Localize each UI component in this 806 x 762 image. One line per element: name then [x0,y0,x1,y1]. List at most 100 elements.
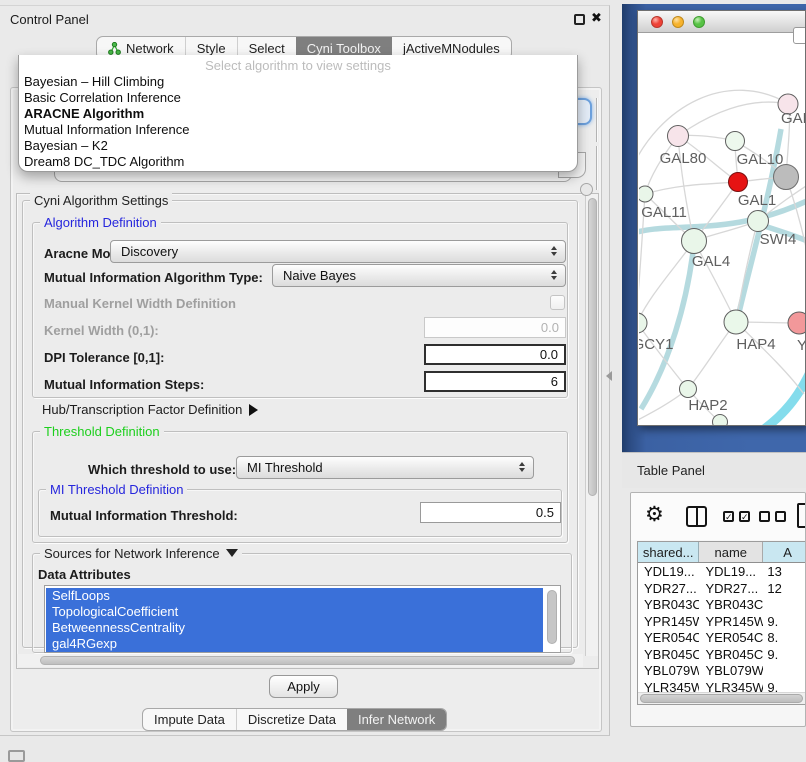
scrollbar-thumb[interactable] [640,694,803,703]
table-row[interactable]: YBR045CYBR045C9. [638,647,806,664]
table-cell[interactable]: 9. [763,680,806,693]
network-node-y[interactable] [788,312,806,334]
column-header[interactable]: name [699,542,763,562]
list-scrollbar-thumb[interactable] [547,590,557,644]
close-traffic-light-icon[interactable] [651,16,663,28]
table-cell[interactable]: YER054C [699,630,763,647]
table-row[interactable]: YDR27...YDR27...12 [638,581,806,598]
dpi-tolerance-field[interactable]: 0.0 [424,344,566,365]
dropdown-option[interactable]: Dream8 DC_TDC Algorithm [19,154,577,170]
table-cell[interactable] [763,663,806,680]
manual-kernel-checkbox[interactable] [550,295,565,310]
table-cell[interactable]: 8. [763,630,806,647]
help-button-fragment[interactable] [580,183,593,196]
table-cell[interactable]: YBR043C [699,597,763,614]
dropdown-option[interactable]: Basic Correlation Inference [19,90,577,106]
table-row[interactable]: YLR345WYLR345W9. [638,680,806,693]
minimize-traffic-light-icon[interactable] [672,16,684,28]
table-cell[interactable]: 9. [763,647,806,664]
network-node[interactable] [774,165,799,190]
network-node[interactable] [713,415,728,427]
zoom-traffic-light-icon[interactable] [693,16,705,28]
sources-group-title[interactable]: Sources for Network Inference [40,546,242,561]
table-cell[interactable]: 9. [763,614,806,631]
column-header[interactable]: A [763,542,806,562]
splitter-collapse-arrow[interactable] [606,371,612,381]
settings-vertical-scrollbar[interactable] [585,194,598,656]
table-cell[interactable]: 13 [763,564,806,581]
table-cell[interactable]: YBR043C [638,597,699,614]
attribute-item[interactable]: SelfLoops [46,588,543,604]
table-cell[interactable]: YDL19... [638,564,699,581]
gear-icon[interactable]: ⚙ [645,502,664,526]
float-window-icon[interactable] [574,14,585,25]
mi-threshold-field[interactable]: 0.5 [420,502,561,523]
close-icon[interactable]: ✖ [591,10,602,26]
node-table: shared... name A YDL19...YDL19...13YDR27… [637,541,806,705]
kernel-width-field[interactable]: 0.0 [424,317,566,338]
tab-infer-network[interactable]: Infer Network [347,709,446,730]
network-canvas[interactable]: GALGAL80GAL10GAL1GAL11SWI4GAL4GCY1HAP4YH… [639,34,806,426]
table-row[interactable]: YBR043CYBR043C [638,597,806,614]
network-view-window[interactable]: GALGAL80GAL10GAL1GAL11SWI4GAL4GCY1HAP4YH… [637,10,806,426]
attribute-item[interactable]: BetweennessCentrality [46,620,543,636]
apply-button[interactable]: Apply [269,675,338,698]
table-row[interactable]: YBL079WYBL079W [638,663,806,680]
table-cell[interactable] [763,597,806,614]
table-horizontal-scrollbar[interactable] [638,692,806,704]
table-cell[interactable]: YPR145W [638,614,699,631]
hub-definition-toggle[interactable]: Hub/Transcription Factor Definition [42,402,258,417]
column-header[interactable]: shared... [638,542,699,562]
which-threshold-label: Which threshold to use: [88,462,236,477]
settings-horizontal-scrollbar[interactable] [17,654,583,667]
attribute-item[interactable]: gal4RGexp [46,636,543,652]
table-cell[interactable]: YER054C [638,630,699,647]
network-node-gal80[interactable] [668,126,689,147]
select-all-columns-icon[interactable]: ✓✓ [723,511,750,522]
table-cell[interactable]: YDL19... [699,564,763,581]
new-table-icon[interactable] [797,503,806,528]
table-cell[interactable]: YBL079W [638,663,699,680]
table-cell[interactable]: YLR345W [638,680,699,693]
combo-arrows-icon [551,246,557,256]
table-cell[interactable]: YDR27... [638,581,699,598]
data-attributes-list[interactable]: SelfLoopsTopologicalCoefficientBetweenne… [44,585,561,653]
dropdown-option[interactable]: Bayesian – K2 [19,138,577,154]
table-cell[interactable]: YPR145W [699,614,763,631]
table-cell[interactable]: YBL079W [699,663,763,680]
mi-type-combo[interactable]: Naive Bayes [272,264,566,287]
network-node-hap2[interactable] [680,381,697,398]
table-columns-icon[interactable] [686,506,707,527]
network-node-gal4[interactable] [682,229,707,254]
scrollbar-thumb[interactable] [588,198,597,496]
network-node-hap4[interactable] [724,310,748,334]
aracne-mode-combo[interactable]: Discovery [110,240,566,263]
attribute-item[interactable]: TopologicalCoefficient [46,604,543,620]
expand-right-icon [249,404,258,416]
which-threshold-combo[interactable]: MI Threshold [236,456,534,479]
network-window-titlebar[interactable] [638,11,805,33]
scrollbar-thumb[interactable] [40,656,575,665]
network-node-gal1[interactable] [729,173,748,192]
table-cell[interactable]: YDR27... [699,581,763,598]
dropdown-option[interactable]: ARACNE Algorithm [19,106,577,122]
table-cell[interactable]: YLR345W [699,680,763,693]
network-node-gal11[interactable] [639,186,653,202]
dropdown-option[interactable]: Mutual Information Inference [19,122,577,138]
table-cell[interactable]: YBR045C [638,647,699,664]
table-row[interactable]: YER054CYER054C8. [638,630,806,647]
tab-discretize-data[interactable]: Discretize Data [236,709,347,730]
tab-impute-data[interactable]: Impute Data [143,709,236,730]
network-node-swi4[interactable] [748,211,769,232]
algorithm-combo-fragment[interactable] [576,98,592,125]
mi-steps-field[interactable]: 6 [424,371,566,392]
table-cell[interactable]: 12 [763,581,806,598]
table-cell[interactable]: YBR045C [699,647,763,664]
minimized-panel-stub[interactable] [8,750,25,762]
table-row[interactable]: YDL19...YDL19...13 [638,564,806,581]
table-row[interactable]: YPR145WYPR145W9. [638,614,806,631]
network-node-gal10[interactable] [726,132,745,151]
dropdown-option[interactable]: Bayesian – Hill Climbing [19,74,577,90]
deselect-all-columns-icon[interactable] [759,511,786,522]
network-node-gcy1[interactable] [639,313,647,333]
